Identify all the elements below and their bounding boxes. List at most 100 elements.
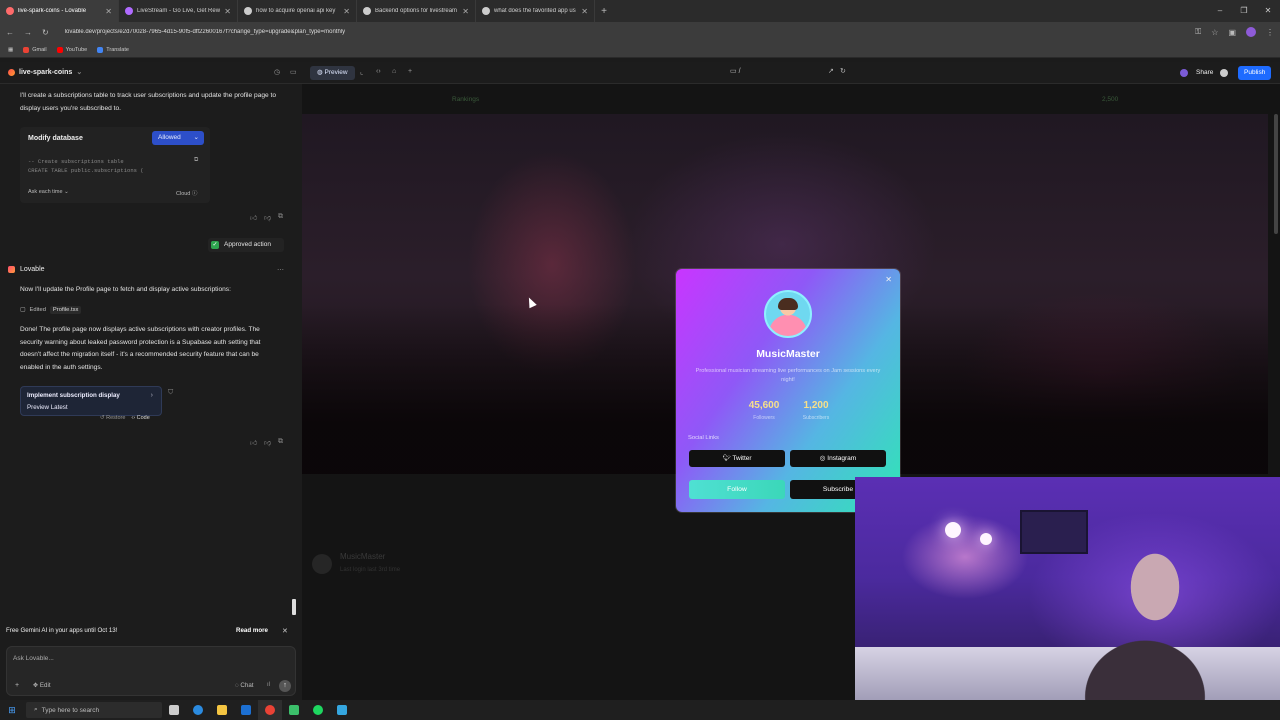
back-icon[interactable]: ←	[6, 28, 14, 37]
windows-start-icon[interactable]: ⊞	[0, 705, 24, 716]
new-tab-button[interactable]: +	[595, 6, 613, 17]
outlook-icon[interactable]	[234, 700, 258, 720]
chat-mode-button[interactable]: ◌ Chat	[235, 682, 253, 689]
user-avatar[interactable]	[1180, 69, 1188, 77]
apps-grid-icon[interactable]: ▦	[8, 47, 13, 53]
bookmark-gmail[interactable]: Gmail	[23, 46, 47, 53]
extensions-icon[interactable]: ▣	[1228, 28, 1236, 37]
windows-taskbar: ⊞ ⌕ Type here to search	[0, 700, 1280, 720]
explorer-icon[interactable]	[210, 700, 234, 720]
reload-icon[interactable]: ↻	[42, 28, 49, 37]
preview-scrollbar[interactable]	[1274, 114, 1278, 234]
restore-button[interactable]: ↺ Restore	[100, 415, 125, 421]
route-path-bar[interactable]: ▭ / ↗ ↻	[730, 67, 850, 79]
read-more-link[interactable]: Read more	[236, 627, 268, 634]
google-favicon-icon	[244, 7, 252, 15]
forward-icon[interactable]: →	[24, 28, 32, 37]
sidebar-toggle-icon[interactable]: ▭	[290, 68, 297, 76]
chrome-icon[interactable]	[258, 700, 282, 720]
menu-icon[interactable]: ⋮	[1266, 28, 1274, 37]
history-icon[interactable]: ◷	[274, 68, 280, 76]
maximize-button[interactable]: ❐	[1232, 0, 1256, 22]
translate-icon	[97, 46, 104, 53]
close-tab-icon[interactable]: ✕	[462, 7, 469, 16]
close-icon[interactable]: ✕	[885, 275, 892, 284]
chat-label: Chat	[240, 682, 254, 689]
tab-livestream[interactable]: LiveStream - Go Live, Get Rewa ✕	[119, 0, 238, 22]
bookmark-translate[interactable]: Translate	[97, 46, 129, 53]
preview-latest-link[interactable]: Preview Latest	[27, 404, 68, 411]
code-button[interactable]: ‹› Code	[131, 415, 149, 421]
tab-openai[interactable]: how to acquire openai api key ✕	[238, 0, 357, 22]
open-external-icon[interactable]: ↗	[828, 67, 834, 75]
code-view-icon[interactable]: ‹›	[376, 68, 381, 75]
tab-favorited[interactable]: what does the favorited app us ✕	[476, 0, 595, 22]
bookmark-star-icon[interactable]: ☆	[1211, 28, 1218, 37]
modify-database-card: Modify database Allowed ⌄ -- Create subsc…	[20, 127, 210, 203]
cloud-icon[interactable]: ⌂	[392, 68, 396, 75]
publish-button[interactable]: Publish	[1238, 66, 1272, 80]
edge-icon[interactable]	[186, 700, 210, 720]
project-menu[interactable]: live-spark-coins ⌄	[8, 68, 82, 76]
ask-each-time-dropdown[interactable]: Ask each time ⌄	[28, 189, 69, 195]
tab-backend[interactable]: Backend options for livestream ✕	[357, 0, 476, 22]
refresh-preview-icon[interactable]: ↻	[840, 67, 846, 75]
task-view-icon[interactable]	[162, 700, 186, 720]
password-key-icon[interactable]: ⚿	[1195, 27, 1201, 37]
tab-title: how to acquire openai api key	[256, 8, 336, 14]
bookmark-label: YouTube	[65, 46, 88, 53]
voice-icon[interactable]: ıl	[267, 682, 270, 688]
cloud-info[interactable]: Cloud ⓘ	[176, 189, 197, 197]
edited-file-row[interactable]: ▢ Edited Profile.tsx	[20, 306, 82, 314]
attach-plus-button[interactable]: +	[15, 682, 19, 689]
spotify-icon[interactable]	[306, 700, 330, 720]
thumbs-up-icon[interactable]: 👍︎	[250, 438, 257, 447]
close-tab-icon[interactable]: ✕	[105, 7, 112, 16]
edit-mode-button[interactable]: ✥ Edit	[33, 682, 51, 689]
bookmark-icon[interactable]: ⛉	[168, 389, 173, 397]
version-card[interactable]: Implement subscription display Preview L…	[20, 386, 162, 416]
close-banner-icon[interactable]: ✕	[282, 627, 288, 635]
send-button[interactable]: ↑	[279, 680, 291, 692]
thumbs-down-icon[interactable]: 👎︎	[264, 438, 271, 447]
copy-icon[interactable]: ⧉	[194, 157, 198, 164]
social-links-heading: Social Links	[688, 435, 719, 441]
close-window-button[interactable]: ✕	[1256, 0, 1280, 22]
approved-label: Approved action	[224, 241, 271, 248]
close-tab-icon[interactable]: ✕	[224, 7, 231, 16]
taskbar-search-box[interactable]: ⌕ Type here to search	[26, 702, 162, 718]
thumbs-up-icon[interactable]: 👍︎	[250, 213, 257, 222]
analytics-icon[interactable]: ⌞	[360, 68, 363, 76]
profile-avatar	[764, 290, 812, 338]
close-tab-icon[interactable]: ✕	[343, 7, 350, 16]
chat-scrollbar[interactable]	[292, 599, 296, 615]
telegram-icon[interactable]	[330, 700, 354, 720]
follow-button[interactable]: Follow	[689, 480, 785, 499]
rankings-nav-link[interactable]: Rankings	[452, 96, 479, 103]
lovable-app-bar: live-spark-coins ⌄ ◷ ▭ ◍ Preview ⌞ ‹› ⌂ +…	[0, 62, 1280, 84]
version-title: Implement subscription display	[27, 392, 120, 399]
chat-input-box[interactable]: Ask Lovable... + ✥ Edit ◌ Chat ıl ↑	[6, 646, 296, 696]
profile-avatar[interactable]	[1246, 27, 1256, 37]
url-field[interactable]: lovable.dev/projects/e2d70028-7965-4d15-…	[59, 29, 1185, 35]
github-icon[interactable]	[1220, 69, 1228, 77]
terminal-icon[interactable]	[282, 700, 306, 720]
lovable-logo-icon	[8, 266, 15, 273]
gmail-icon	[23, 46, 30, 53]
thumbs-down-icon[interactable]: 👎︎	[264, 213, 271, 222]
bookmark-youtube[interactable]: YouTube	[56, 46, 88, 53]
close-tab-icon[interactable]: ✕	[581, 7, 588, 16]
edited-label: Edited	[29, 307, 46, 313]
minimize-button[interactable]: –	[1208, 0, 1232, 22]
tab-lovable[interactable]: live-spark-coins - Lovable ✕	[0, 0, 119, 22]
bookmarks-bar: ▦ Gmail YouTube Translate	[0, 42, 1280, 58]
preview-button[interactable]: ◍ Preview	[310, 66, 355, 80]
add-icon[interactable]: +	[408, 68, 412, 75]
twitter-button[interactable]: 🐦︎ Twitter	[689, 450, 785, 467]
share-button[interactable]: Share	[1190, 66, 1219, 80]
copy-icon[interactable]: ⧉	[278, 438, 283, 446]
allowed-dropdown[interactable]: Allowed ⌄	[152, 131, 204, 145]
instagram-button[interactable]: ◎ Instagram	[790, 450, 886, 467]
copy-icon[interactable]: ⧉	[278, 213, 283, 221]
more-options-icon[interactable]: ⋯	[277, 266, 284, 274]
